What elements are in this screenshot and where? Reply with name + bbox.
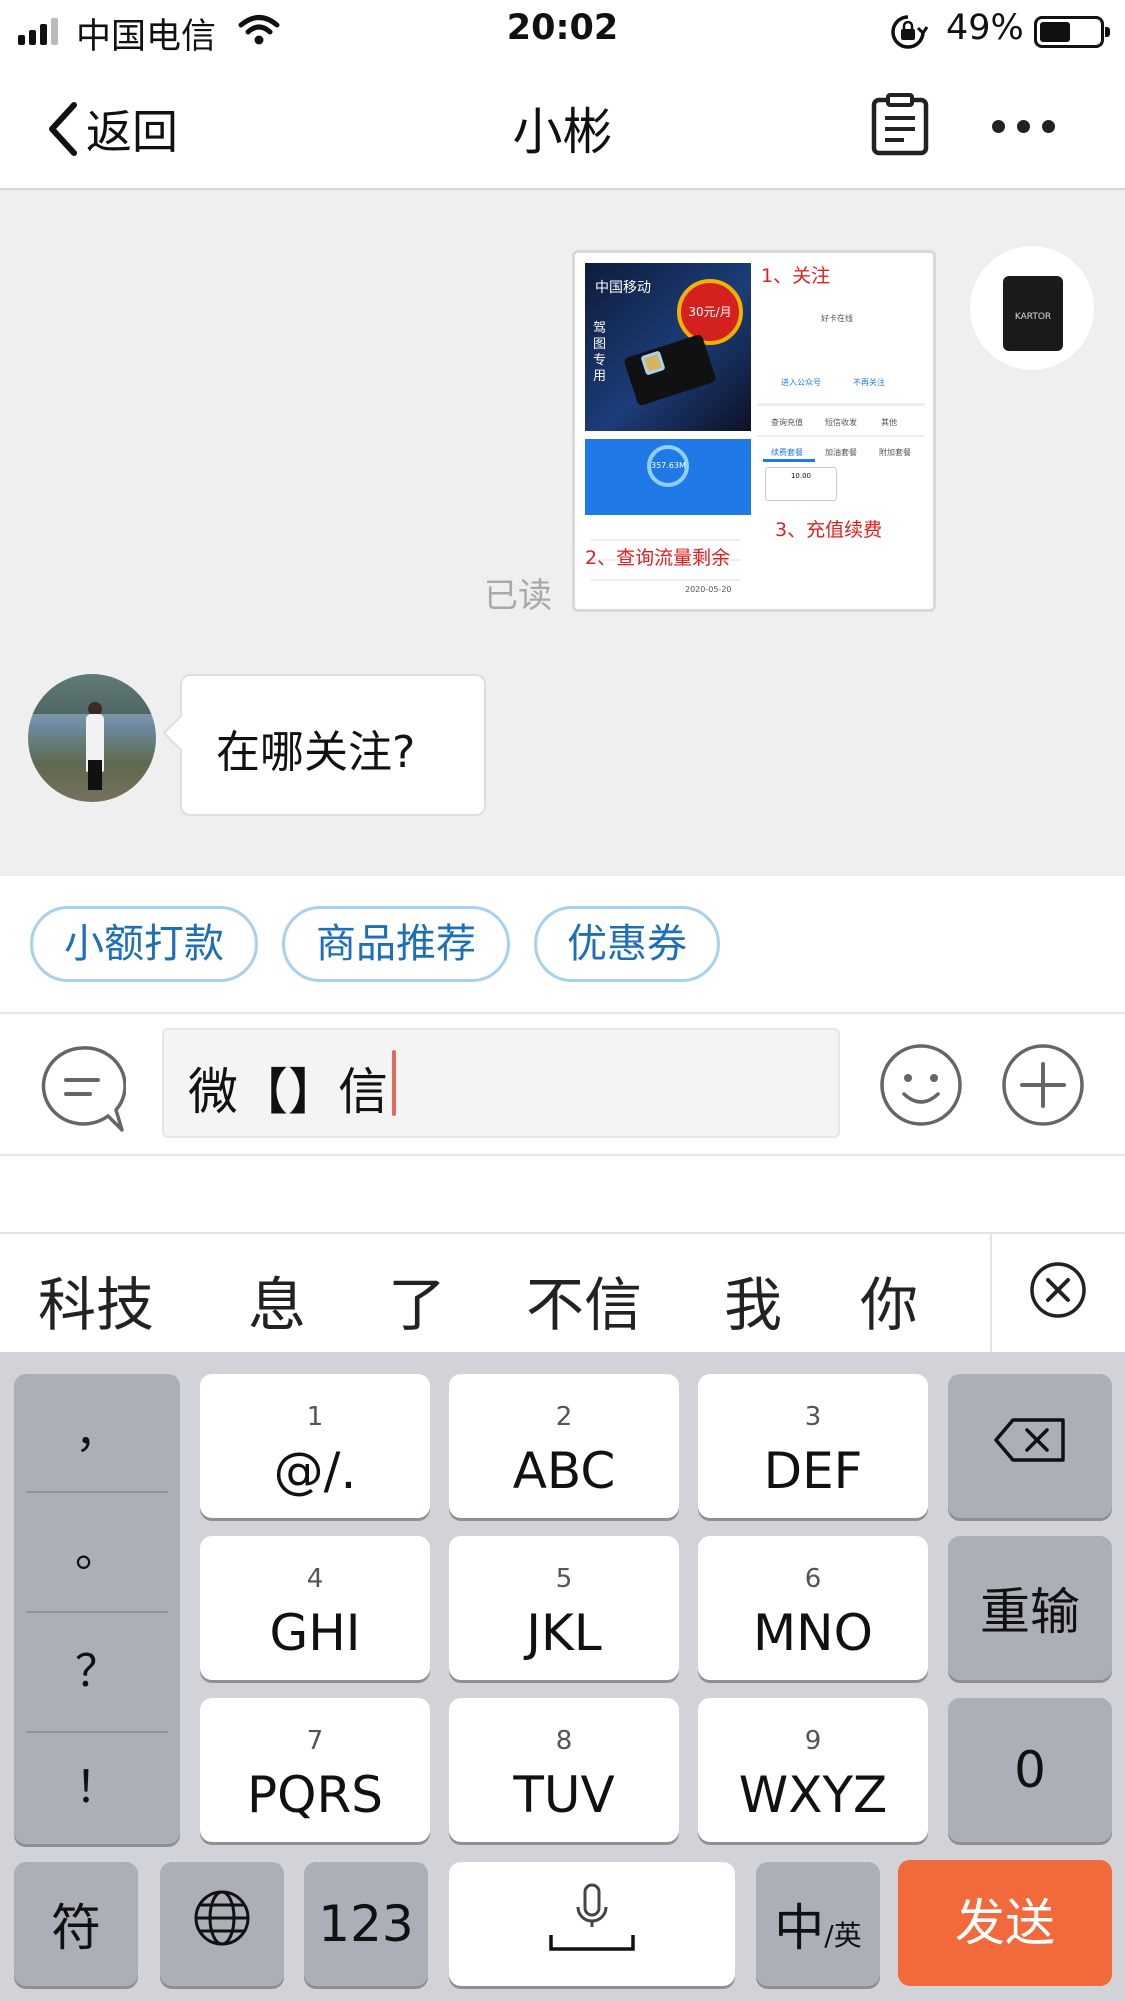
key-8[interactable]: 8 TUV — [449, 1698, 679, 1842]
text-caret — [392, 1050, 396, 1116]
backspace-key[interactable] — [948, 1374, 1112, 1518]
key-comma[interactable]: ， — [14, 1374, 180, 1491]
quick-reply-small-payment[interactable]: 小额打款 — [30, 906, 258, 982]
candidate-item[interactable]: 不信 — [526, 1258, 642, 1342]
message-input-value: 微【】信 — [188, 1063, 388, 1121]
candidate-item[interactable]: 息 — [248, 1258, 306, 1342]
key-9[interactable]: 9 WXYZ — [698, 1698, 928, 1842]
message-text: 在哪关注? — [216, 727, 416, 778]
price-option: 10.00 — [765, 467, 837, 501]
key-0[interactable]: 0 — [948, 1698, 1112, 1842]
quick-reply-product-recommend[interactable]: 商品推荐 — [282, 906, 510, 982]
voice-input-icon[interactable] — [38, 1044, 127, 1138]
microphone-icon — [449, 1883, 735, 1965]
obd-device-image: KARTOR — [1003, 276, 1063, 351]
reenter-key[interactable]: 重输 — [948, 1536, 1112, 1680]
symbols-key[interactable]: 符 — [14, 1862, 138, 1986]
quick-reply-coupon[interactable]: 优惠券 — [534, 906, 720, 982]
battery-icon — [1034, 16, 1110, 48]
close-candidates-icon[interactable] — [1028, 1260, 1088, 1324]
image-message[interactable]: 中国移动 30元/月 驾图专用 357.63M 2020-05-20 1、关注 … — [572, 250, 936, 612]
keyboard: ， 。 ？ ！ 1 @/. 2 ABC 3 DEF 4 GHI 5 JKL 6 MNO 重输… — [0, 1352, 1125, 2001]
rotation-lock-icon — [888, 14, 929, 54]
key-2[interactable]: 2 ABC — [449, 1374, 679, 1518]
key-4[interactable]: 4 GHI — [200, 1536, 430, 1680]
sim-card-ad-image: 中国移动 30元/月 驾图专用 — [585, 263, 751, 431]
space-key[interactable] — [449, 1862, 735, 1986]
message-input[interactable]: 微【】信 — [162, 1028, 840, 1138]
key-5[interactable]: 5 JKL — [449, 1536, 679, 1680]
my-avatar[interactable]: KARTOR — [970, 246, 1094, 370]
status-bar: 中国电信 20:02 49% — [0, 0, 1125, 60]
emoji-icon[interactable] — [878, 1042, 964, 1132]
key-7[interactable]: 7 PQRS — [200, 1698, 430, 1842]
candidate-item[interactable]: 了 — [388, 1258, 446, 1342]
key-question[interactable]: ？ — [14, 1613, 180, 1730]
battery-percent: 49% — [946, 8, 1024, 48]
data-usage-screenshot: 357.63M 2020-05-20 — [585, 439, 751, 601]
clipboard-icon[interactable] — [870, 92, 930, 160]
key-1[interactable]: 1 @/. — [200, 1374, 430, 1518]
ime-candidate-bar: 科技 息 了 不信 我 你 — [0, 1232, 1125, 1354]
backspace-icon — [948, 1417, 1112, 1475]
more-icon[interactable] — [992, 120, 1055, 133]
read-status: 已读 — [484, 576, 552, 616]
numbers-key[interactable]: 123 — [304, 1862, 428, 1986]
candidate-item[interactable]: 我 — [724, 1258, 782, 1342]
language-switch-key[interactable]: 中/英 — [756, 1862, 880, 1986]
step-2-label: 2、查询流量剩余 — [585, 547, 731, 569]
plus-icon[interactable] — [1000, 1042, 1086, 1132]
quick-reply-bar: 小额打款 商品推荐 优惠券 — [0, 876, 1125, 1014]
key-period[interactable]: 。 — [14, 1493, 180, 1610]
step-3-label: 3、充值续费 — [775, 519, 883, 541]
key-exclamation[interactable]: ！ — [14, 1729, 180, 1846]
globe-key[interactable] — [160, 1862, 284, 1986]
navigation-bar: 返回 小彬 — [0, 60, 1125, 190]
incoming-message-bubble[interactable]: 在哪关注? — [180, 674, 486, 816]
contact-avatar[interactable] — [28, 674, 156, 802]
message-input-bar: 微【】信 — [0, 1014, 1125, 1156]
punctuation-column: ， 。 ？ ！ — [14, 1374, 180, 1844]
step-1-label: 1、关注 — [761, 265, 831, 287]
send-button[interactable]: 发送 — [898, 1860, 1112, 1986]
globe-icon — [160, 1888, 284, 1960]
candidate-item[interactable]: 科技 — [38, 1258, 154, 1342]
key-3[interactable]: 3 DEF — [698, 1374, 928, 1518]
chat-area[interactable]: KARTOR 中国移动 30元/月 驾图专用 357.63M 2020-05-2… — [0, 190, 1125, 876]
key-6[interactable]: 6 MNO — [698, 1536, 928, 1680]
page-title: 小彬 — [512, 103, 613, 161]
candidate-item[interactable]: 你 — [860, 1258, 918, 1342]
